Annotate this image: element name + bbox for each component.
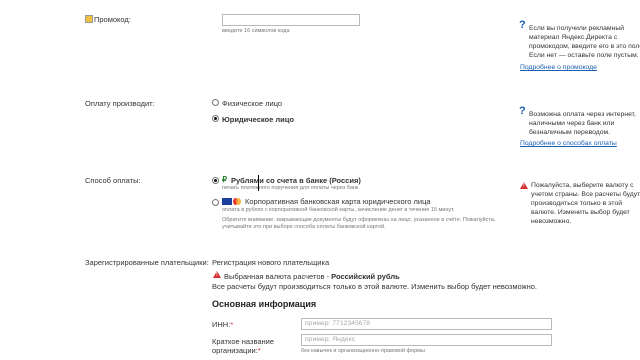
radio-individual[interactable] [212, 99, 219, 106]
required-mark: * [257, 346, 261, 355]
promo-help-link[interactable]: Подробнее о промокоде [520, 64, 597, 71]
org-hint: без кавычек и организационно-правовой фо… [301, 348, 425, 354]
radio-card-desc: оплата в рублях с корпоративной банковск… [222, 207, 455, 213]
inn-placeholder: пример: 7712345678 [305, 320, 371, 327]
warning-icon [213, 271, 221, 278]
registered-payers-value[interactable]: Регистрация нового плательщика [212, 258, 329, 267]
org-name-input[interactable]: пример: Яндекс [301, 334, 552, 346]
text-cursor [258, 175, 259, 191]
ruble-icon: ₽ [222, 175, 228, 184]
payer-label: Оплату производит: [85, 99, 155, 108]
org-label-line2-wrap: организации:* [212, 346, 261, 355]
question-icon: ? [519, 19, 526, 31]
org-placeholder: пример: Яндекс [305, 336, 356, 343]
inn-label-wrap: ИНН:* [212, 320, 233, 329]
promo-hint: введите 16 символов кода [222, 28, 290, 34]
currency-line: Выбранная валюта расчетов - Российский р… [224, 272, 400, 281]
org-label-line1: Краткое название [212, 337, 275, 346]
currency-prefix: Выбранная валюта расчетов - [224, 272, 332, 281]
promo-input[interactable] [222, 14, 360, 26]
radio-card-label[interactable]: Корпоративная банковская карта юридическ… [245, 197, 431, 206]
org-label-line2: организации: [212, 346, 258, 355]
radio-legal[interactable] [212, 115, 219, 122]
warning-icon [520, 182, 528, 189]
main-info-heading: Основная информация [212, 299, 317, 309]
required-mark: * [230, 320, 234, 329]
radio-bank-desc: печать платежного поручения для оплаты ч… [222, 185, 359, 191]
radio-bank[interactable] [212, 177, 219, 184]
payer-help-link[interactable]: Подробнее о способах оплаты [520, 140, 617, 147]
radio-card[interactable] [212, 199, 219, 206]
promo-label: Промокод: [94, 15, 131, 24]
radio-card-note: Обратите внимание: закрывающие документы… [222, 217, 496, 230]
payment-method-label: Способ оплаты: [85, 176, 141, 185]
currency-value: Российский рубль [331, 272, 400, 281]
promo-help-text: Если вы получили рекламный материал Янде… [529, 25, 640, 59]
registered-payers-label: Зарегистрированные плательщики: [85, 258, 209, 267]
inn-input[interactable]: пример: 7712345678 [301, 318, 552, 330]
currency-note: Все расчеты будут производиться только в… [212, 282, 538, 291]
card-logos-icon [222, 197, 244, 206]
question-icon: ? [519, 105, 526, 117]
payment-warning-text: Пожалуйста, выберите валюту с учетом стр… [531, 182, 640, 225]
radio-legal-label[interactable]: Юридическое лицо [222, 115, 294, 124]
radio-individual-label[interactable]: Физическое лицо [222, 99, 282, 108]
promo-label-wrap: Промокод: [85, 15, 131, 24]
radio-bank-label[interactable]: Рублями со счета в банке (Россия) [231, 176, 361, 185]
promo-icon [85, 15, 93, 23]
inn-label: ИНН: [212, 320, 231, 329]
payer-help-text: Возможна оплата через интернет, наличным… [529, 111, 636, 136]
